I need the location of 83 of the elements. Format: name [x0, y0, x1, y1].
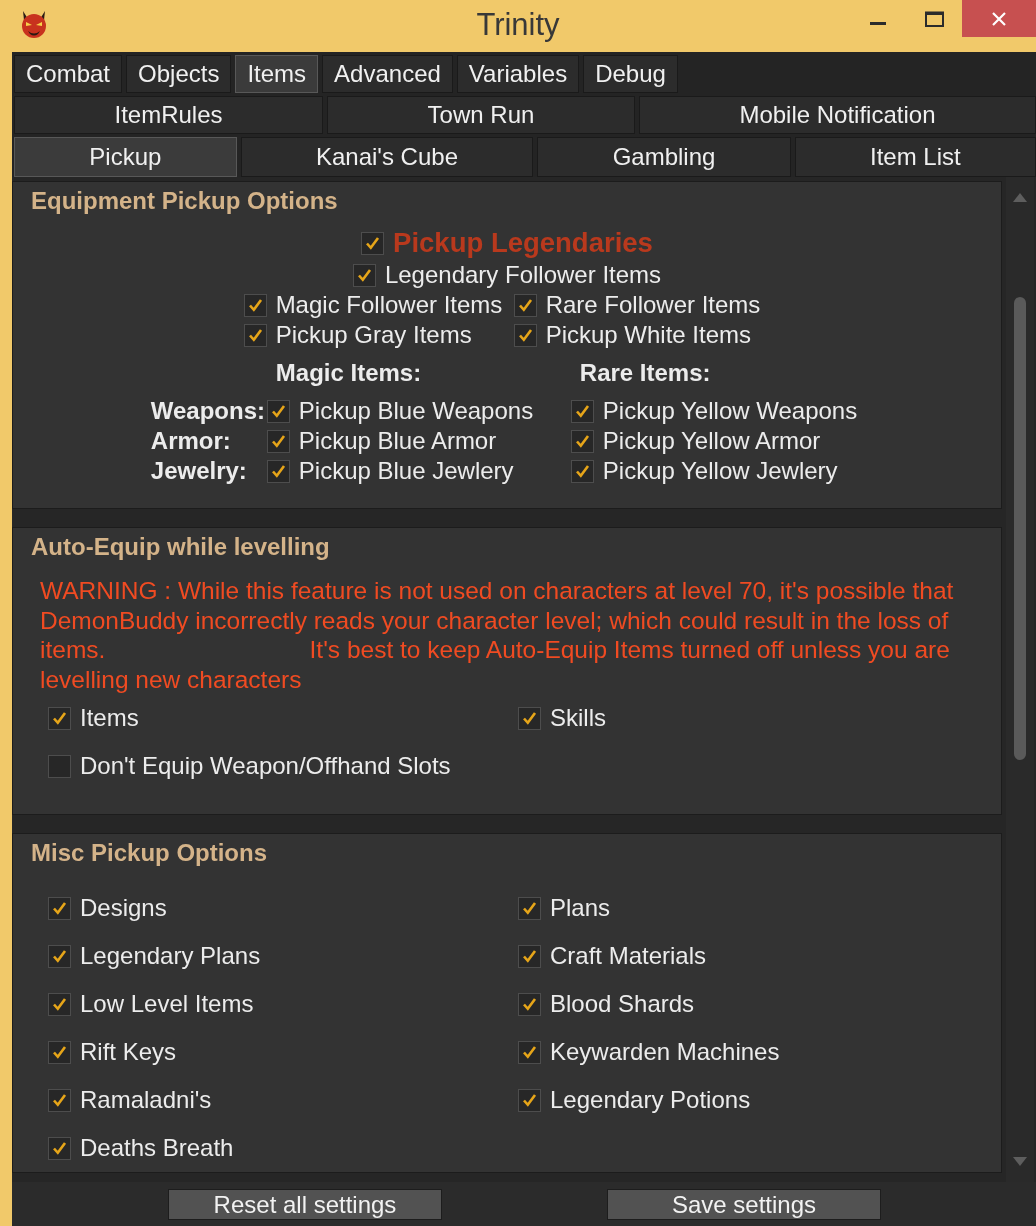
checkbox-label: Rift Keys [80, 1037, 177, 1067]
checkbox[interactable] [48, 1040, 71, 1064]
checkbox[interactable] [570, 429, 594, 453]
maximize-icon [924, 10, 944, 27]
checkbox-label: Pickup Yellow Jewlery [602, 456, 838, 486]
scrollbar-track[interactable] [1006, 177, 1034, 1182]
tab[interactable]: Mobile Notification [638, 96, 1036, 134]
column-heading: Magic Items: [274, 358, 423, 388]
checkbox-label: Pickup Legendaries [393, 226, 653, 260]
scrollbar-thumb[interactable] [1014, 297, 1026, 760]
checkbox[interactable] [48, 1088, 71, 1112]
checkbox[interactable] [48, 754, 71, 778]
checkbox-label: Magic Follower Items [275, 290, 503, 320]
checkbox[interactable] [243, 293, 267, 317]
checkbox-label: Pickup Yellow Armor [602, 426, 821, 456]
checkbox-label: Plans [550, 893, 611, 923]
checkbox[interactable] [48, 706, 71, 730]
checkbox[interactable] [518, 706, 541, 730]
reset-button[interactable]: Reset all settings [168, 1188, 442, 1220]
checkbox-label: Legendary Follower Items [384, 260, 662, 290]
row-label: Armor: [150, 427, 231, 454]
checkbox[interactable] [48, 992, 71, 1016]
checkbox[interactable] [48, 944, 71, 968]
checkbox[interactable] [266, 399, 290, 423]
checkbox-label: Legendary Potions [550, 1085, 751, 1115]
save-button[interactable]: Save settings [607, 1188, 881, 1220]
tab[interactable]: Debug [583, 55, 678, 93]
group-title: Misc Pickup Options [31, 838, 268, 868]
checkbox-label: Deaths Breath [80, 1133, 234, 1163]
checkbox-label: Pickup White Items [545, 320, 752, 350]
checkbox[interactable] [518, 1040, 541, 1064]
checkbox-label: Low Level Items [80, 989, 254, 1019]
checkbox-label: Ramaladni's [80, 1085, 212, 1115]
tab[interactable]: Kanai's Cube [240, 137, 534, 177]
checkbox[interactable] [518, 1088, 541, 1112]
row-label: Weapons: [150, 397, 266, 424]
checkbox-label: Pickup Blue Weapons [298, 396, 534, 426]
checkbox[interactable] [518, 992, 541, 1016]
checkbox-label: Blood Shards [550, 989, 695, 1019]
checkbox[interactable] [570, 399, 594, 423]
checkbox[interactable] [48, 896, 71, 920]
group-title: Equipment Pickup Options [31, 186, 338, 216]
tab[interactable]: Pickup [14, 137, 237, 177]
checkbox[interactable] [243, 323, 267, 347]
checkbox[interactable] [570, 459, 594, 483]
checkbox[interactable] [48, 1136, 71, 1160]
checkbox-label: Items [80, 703, 139, 733]
checkbox[interactable] [361, 231, 385, 255]
checkbox-label: Craft Materials [550, 941, 707, 971]
close-icon [992, 11, 1006, 26]
checkbox-label: Don't Equip Weapon/Offhand Slots [80, 751, 451, 781]
checkbox[interactable] [266, 459, 290, 483]
tab[interactable]: Objects [126, 55, 232, 93]
checkbox-label: Pickup Yellow Weapons [602, 396, 858, 426]
checkbox[interactable] [513, 293, 537, 317]
window-title: Trinity [476, 6, 560, 44]
checkbox[interactable] [266, 429, 290, 453]
checkbox[interactable] [352, 263, 376, 287]
checkbox[interactable] [518, 896, 541, 920]
warning-text: WARNING : While this feature is not used on characters at level 70, it's possible that DemonBuddy incorrectly reads your character level; which could result in the loss of items. It's best to keep Auto-Equip Items turned off unless you are levelling new characters [39, 576, 955, 694]
checkbox-label: Designs [80, 893, 167, 923]
tab[interactable]: Combat [14, 55, 123, 93]
checkbox-label: Pickup Gray Items [275, 320, 472, 350]
checkbox-label: Pickup Blue Armor [298, 426, 497, 456]
tab[interactable]: ItemRules [14, 96, 324, 134]
minimize-icon [870, 21, 886, 25]
checkbox-label: Rare Follower Items [545, 290, 761, 320]
checkbox-label: Legendary Plans [80, 941, 261, 971]
group-title: Auto-Equip while levelling [31, 532, 330, 562]
tab[interactable]: Item List [794, 137, 1036, 177]
checkbox-label: Keywarden Machines [550, 1037, 780, 1067]
close-button[interactable] [962, 0, 1036, 37]
tab[interactable]: Gambling [537, 137, 791, 177]
tab[interactable]: Town Run [327, 96, 635, 134]
column-heading: Rare Items: [578, 358, 712, 388]
checkbox-label: Skills [550, 703, 606, 733]
checkbox[interactable] [518, 944, 541, 968]
tab[interactable]: Variables [456, 55, 580, 93]
checkbox[interactable] [513, 323, 537, 347]
tab[interactable]: Items [235, 55, 319, 93]
row-label: Jewelry: [150, 457, 247, 484]
checkbox-label: Pickup Blue Jewlery [298, 456, 514, 486]
tab[interactable]: Advanced [322, 55, 453, 93]
